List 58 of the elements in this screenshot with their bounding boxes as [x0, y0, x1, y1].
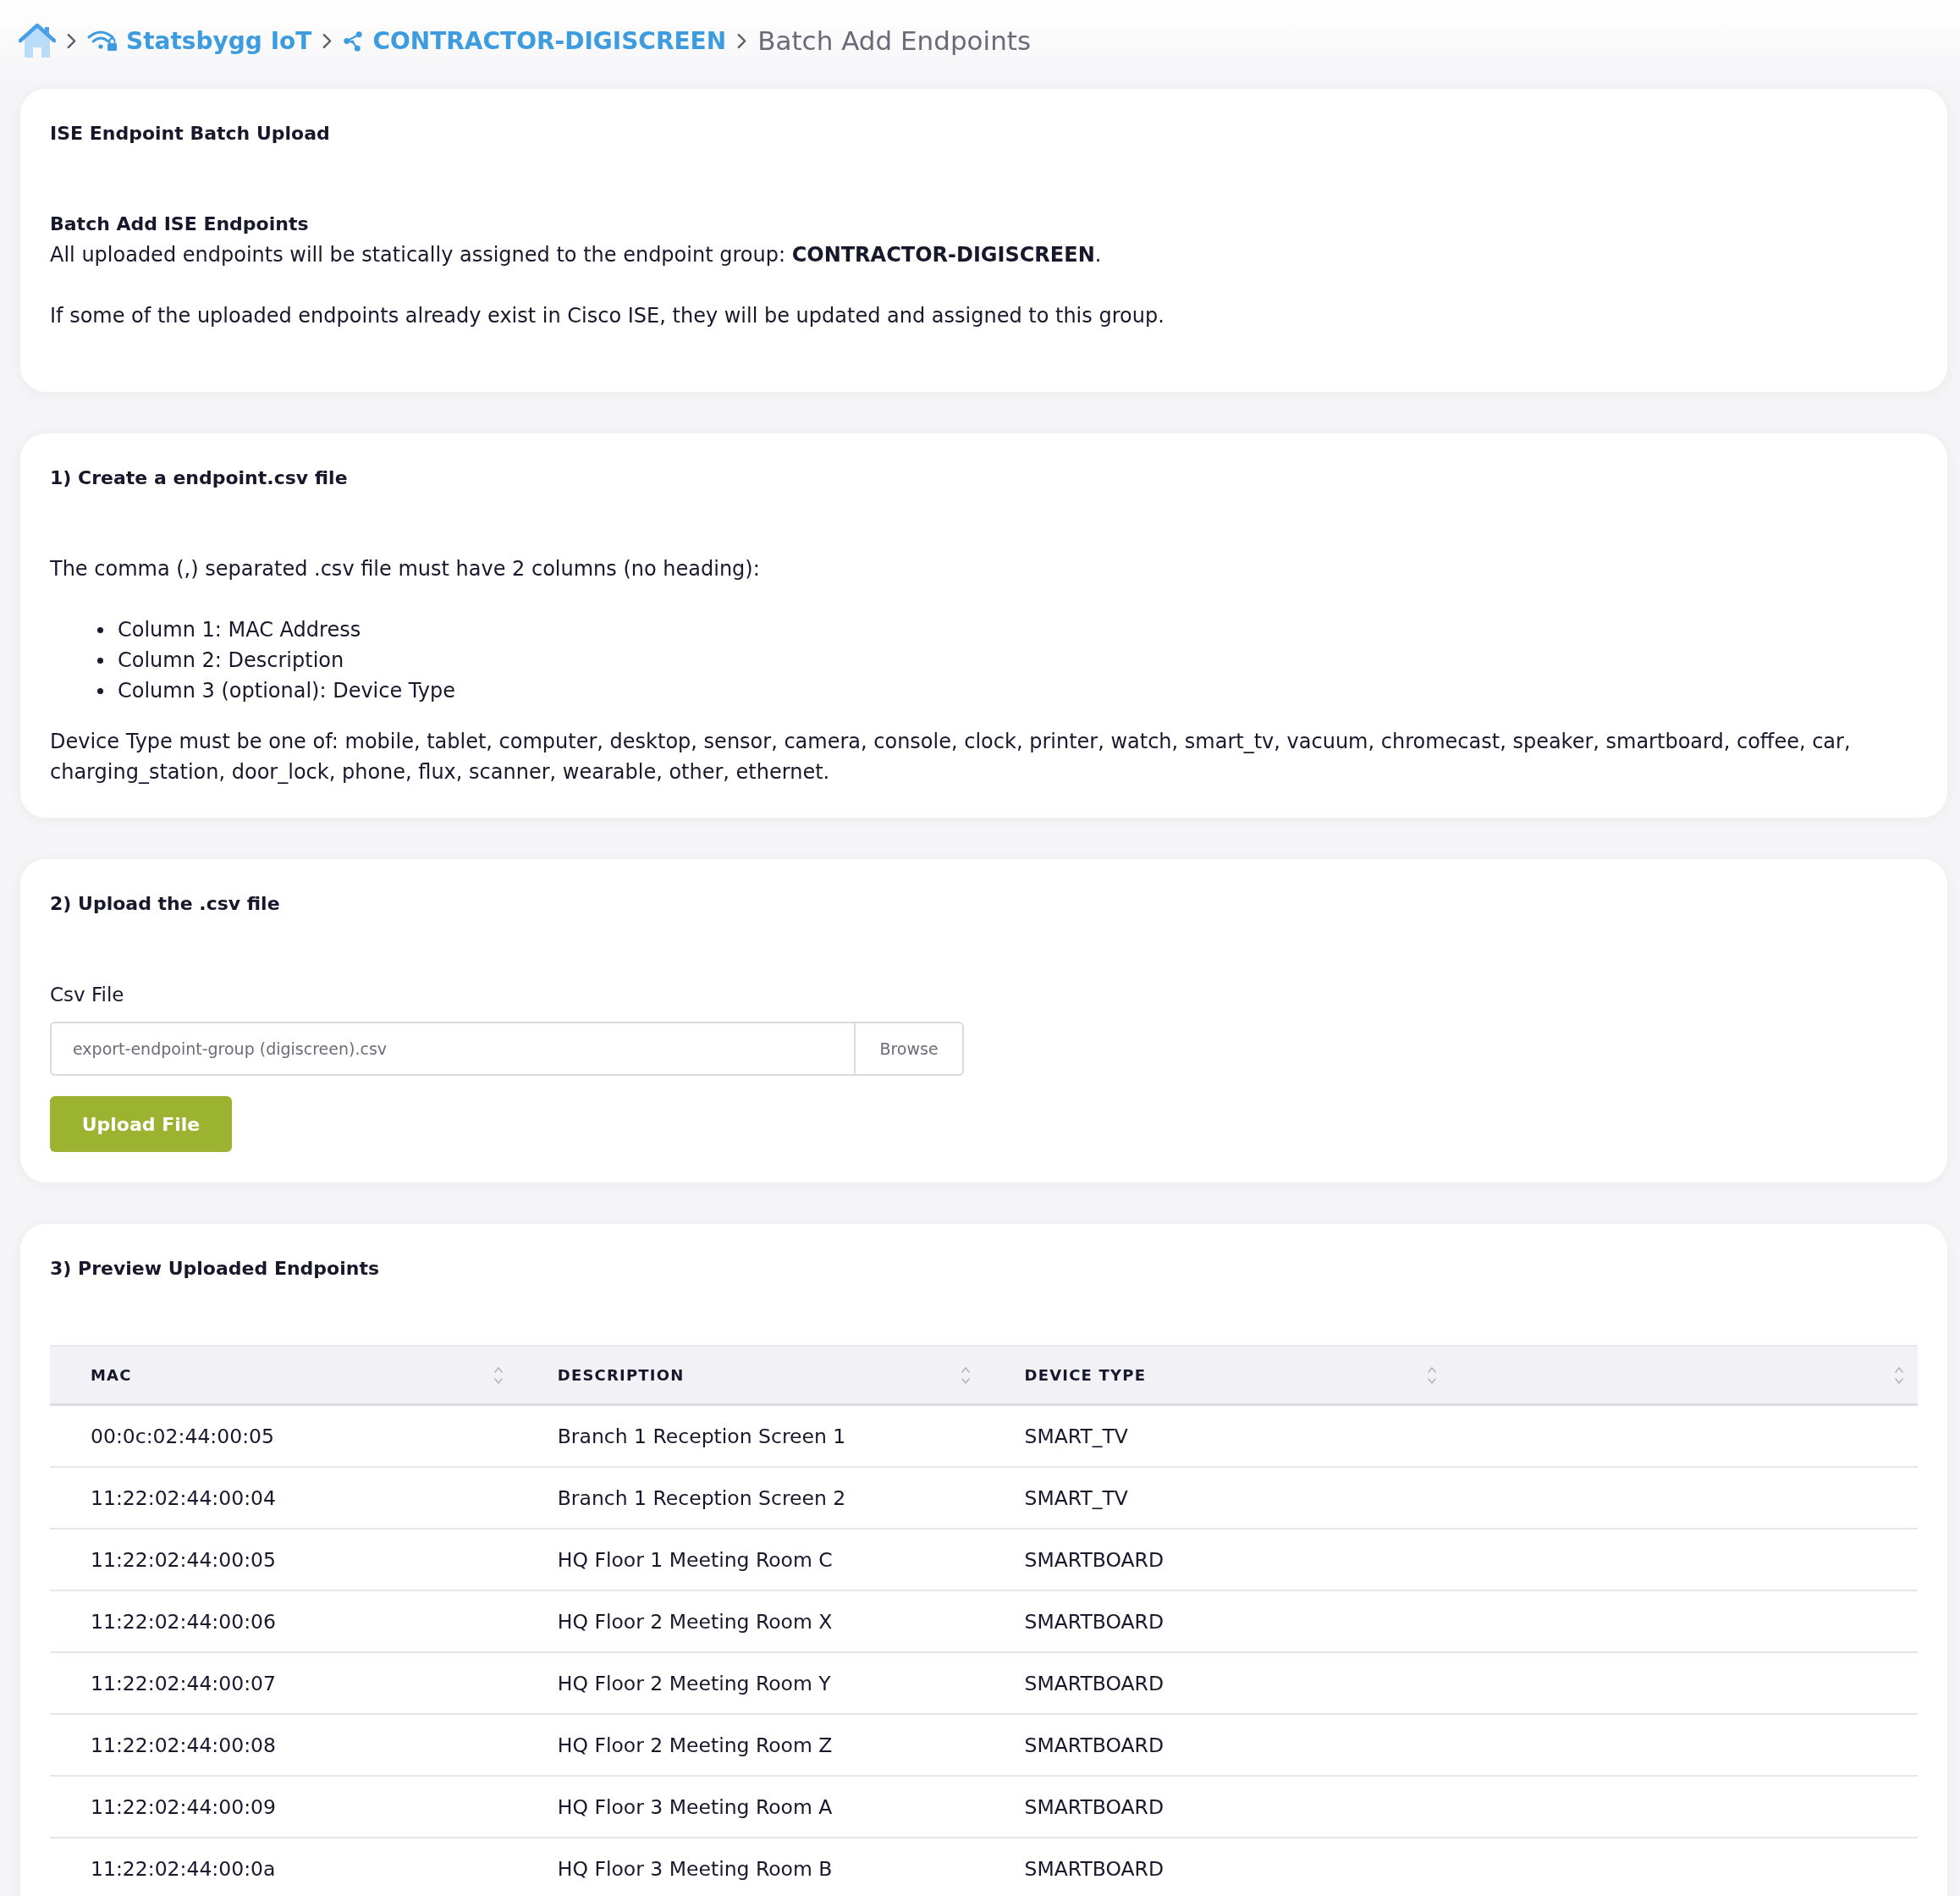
- bullet-icon: [97, 626, 103, 633]
- sort-icon[interactable]: [493, 1364, 504, 1386]
- sort-icon[interactable]: [1894, 1364, 1904, 1386]
- column-header[interactable]: DESCRIPTION: [557, 1359, 685, 1391]
- column-header[interactable]: MAC: [91, 1359, 132, 1391]
- section-subtitle: Batch Add ISE Endpoints: [50, 212, 310, 236]
- table-cell-text: SMARTBOARD: [1024, 1608, 1164, 1635]
- list-item-text: Column 2: Description: [118, 648, 344, 674]
- table-cell-text: 11:22:02:44:00:07: [91, 1670, 276, 1697]
- table-cell-text: SMARTBOARD: [1024, 1794, 1164, 1821]
- list-item-text: Column 1: MAC Address: [118, 617, 361, 643]
- breadcrumb-current: Batch Add Endpoints: [757, 25, 1032, 56]
- bullet-icon: [97, 687, 103, 694]
- breadcrumb-link[interactable]: CONTRACTOR-DIGISCREEN: [343, 26, 727, 55]
- table-cell-text: 11:22:02:44:00:04: [91, 1485, 276, 1512]
- table-cell-text: SMARTBOARD: [1024, 1855, 1164, 1882]
- sort-icon[interactable]: [960, 1364, 971, 1386]
- wifi-lock-icon: [87, 30, 118, 52]
- network-nodes-icon: [343, 30, 365, 52]
- home-icon[interactable]: [19, 23, 56, 58]
- table-cell-text: 11:22:02:44:00:09: [91, 1794, 276, 1821]
- chevron-right-icon: [322, 32, 333, 49]
- table-cell-text: HQ Floor 3 Meeting Room A: [557, 1794, 833, 1821]
- card-title: ISE Endpoint Batch Upload: [50, 122, 331, 146]
- table-cell-text: 11:22:02:44:00:05: [91, 1546, 276, 1574]
- browse-button[interactable]: Browse: [854, 1022, 964, 1076]
- description-text: If some of the uploaded endpoints already exist in Cisco ISE, they will be updated and assigned to this group.: [50, 303, 1165, 329]
- table-cell-text: SMARTBOARD: [1024, 1670, 1164, 1697]
- table-cell-text: 11:22:02:44:00:0a: [91, 1855, 276, 1882]
- table-cell-text: HQ Floor 2 Meeting Room Z: [557, 1732, 833, 1759]
- chevron-right-icon: [67, 32, 76, 49]
- file-input-field[interactable]: export-endpoint-group (digiscreen).csv: [50, 1022, 854, 1076]
- card-title: 2) Upload the .csv file: [50, 892, 281, 916]
- breadcrumb-link[interactable]: Statsbygg IoT: [87, 26, 312, 55]
- instruction-text: The comma (,) separated .csv file must have 2 columns (no heading):: [50, 556, 761, 582]
- list-item-text: Column 3 (optional): Device Type: [118, 678, 455, 704]
- table-cell-text: 11:22:02:44:00:08: [91, 1732, 276, 1759]
- table-cell-text: 11:22:02:44:00:06: [91, 1608, 276, 1635]
- description-text: All uploaded endpoints will be statically assigned to the endpoint group: CONTRACTOR-DIGISCREEN.: [50, 242, 1103, 268]
- table-cell-text: SMART_TV: [1024, 1423, 1128, 1450]
- chevron-right-icon: [737, 32, 747, 49]
- table-cell-text: SMARTBOARD: [1024, 1732, 1164, 1759]
- table-cell-text: HQ Floor 1 Meeting Room C: [557, 1546, 833, 1574]
- table-cell-text: HQ Floor 3 Meeting Room B: [557, 1855, 833, 1882]
- table-cell-text: SMARTBOARD: [1024, 1546, 1164, 1574]
- column-header[interactable]: DEVICE TYPE: [1024, 1359, 1147, 1391]
- bullet-icon: [97, 657, 103, 664]
- card-title: 1) Create a endpoint.csv file: [50, 466, 349, 490]
- field-label: Csv File: [50, 983, 125, 1007]
- table-cell-text: HQ Floor 2 Meeting Room Y: [557, 1670, 831, 1697]
- table-cell-text: SMART_TV: [1024, 1485, 1128, 1512]
- sort-icon[interactable]: [1427, 1364, 1438, 1386]
- table-cell-text: HQ Floor 2 Meeting Room X: [557, 1608, 833, 1635]
- device-type-note: Device Type must be one of: mobile, tablet, computer, desktop, sensor, camera, console, clock, printer, watch, smart_tv, vacuum, chromecast, speaker, smartboard, coffee, car, charging_station, door_lock, phone, flux, scanner, wearable, other, ethernet.: [50, 729, 1852, 785]
- table-cell-text: Branch 1 Reception Screen 1: [557, 1423, 846, 1450]
- table-cell-text: Branch 1 Reception Screen 2: [557, 1485, 846, 1512]
- table-cell-text: 00:0c:02:44:00:05: [91, 1423, 274, 1450]
- card-title: 3) Preview Uploaded Endpoints: [50, 1257, 380, 1281]
